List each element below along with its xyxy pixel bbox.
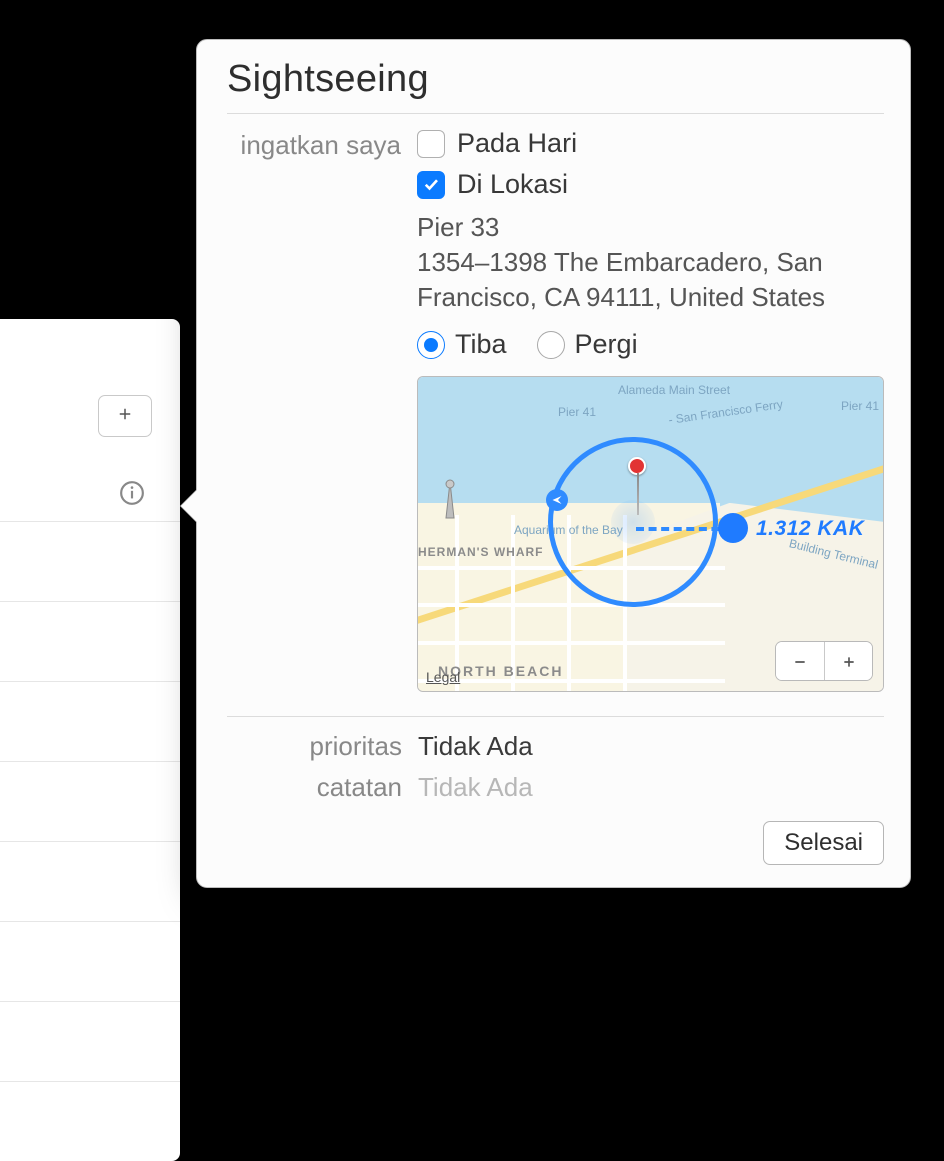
reminder-detail-popover: Sightseeing ingatkan saya Pada Hari Di L… — [196, 39, 911, 888]
arrive-radio[interactable] — [417, 331, 445, 359]
list-item[interactable] — [0, 841, 180, 921]
radius-distance: 1.312 KAK — [756, 517, 864, 541]
divider — [227, 113, 884, 114]
list-item[interactable] — [0, 1001, 180, 1081]
notes-field[interactable]: Tidak Ada — [418, 772, 533, 803]
tower-icon — [438, 477, 462, 527]
priority-value[interactable]: Tidak Ada — [418, 731, 533, 762]
zoom-out-button[interactable] — [776, 642, 824, 680]
list-item[interactable] — [0, 921, 180, 1001]
list-item[interactable] — [0, 681, 180, 761]
minus-icon — [792, 646, 808, 677]
plus-icon — [841, 646, 857, 677]
divider — [227, 716, 884, 717]
info-button[interactable] — [116, 479, 148, 511]
list-item[interactable] — [0, 1081, 180, 1161]
plus-icon — [116, 405, 134, 428]
on-day-checkbox[interactable] — [417, 130, 445, 158]
at-location-checkbox[interactable] — [417, 171, 445, 199]
location-name: Pier 33 — [417, 212, 499, 242]
map-label: HERMAN'S WHARF — [418, 545, 544, 559]
notes-label: catatan — [227, 772, 402, 803]
arrive-label: Tiba — [455, 329, 507, 360]
map-label: Pier 41 — [558, 405, 596, 419]
location-address[interactable]: Pier 33 1354–1398 The Embarcadero, San F… — [417, 210, 884, 315]
list-item[interactable] — [0, 521, 180, 601]
check-icon — [422, 169, 440, 200]
remind-me-label: ingatkan saya — [227, 128, 401, 161]
sidebar-fragment — [0, 319, 180, 1161]
info-icon — [119, 480, 145, 511]
location-line: 1354–1398 The Embarcadero, San Francisco… — [417, 247, 825, 312]
reminder-title[interactable]: Sightseeing — [227, 58, 884, 101]
on-day-label: Pada Hari — [457, 128, 577, 159]
map-zoom-controls — [775, 641, 873, 681]
list-item[interactable] — [0, 761, 180, 841]
leave-radio[interactable] — [537, 331, 565, 359]
map-legal-link[interactable]: Legal — [426, 669, 460, 685]
add-button[interactable] — [98, 395, 152, 437]
list-rows — [0, 449, 180, 1161]
done-button[interactable]: Selesai — [763, 821, 884, 865]
map-label: Alameda Main Street — [618, 383, 730, 397]
leave-label: Pergi — [575, 329, 638, 360]
location-map[interactable]: Alameda Main Street Pier 41 - San Franci… — [417, 376, 884, 692]
priority-label: prioritas — [227, 731, 402, 762]
map-label: Pier 41 — [841, 399, 879, 413]
at-location-label: Di Lokasi — [457, 169, 568, 200]
list-item[interactable] — [0, 601, 180, 681]
zoom-in-button[interactable] — [824, 642, 872, 680]
